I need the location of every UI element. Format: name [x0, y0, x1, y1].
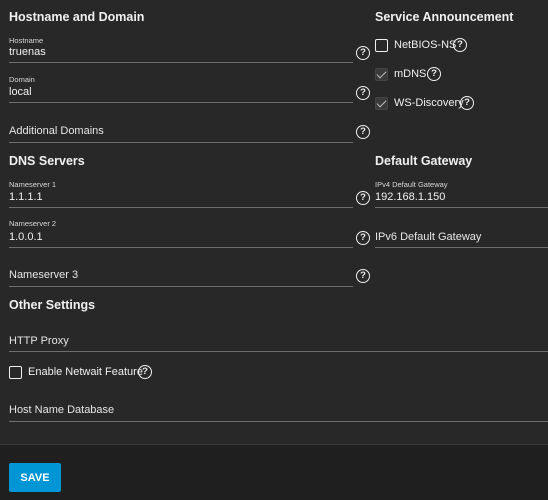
help-icon[interactable]: ?	[356, 231, 370, 245]
ipv4-gateway-label: IPv4 Default Gateway	[375, 180, 448, 189]
netbios-ns-checkbox[interactable]	[375, 39, 388, 52]
ws-discovery-label: WS-Discovery	[394, 97, 464, 109]
form-footer	[0, 444, 548, 500]
nameserver2-input[interactable]: 1.0.0.1	[9, 231, 349, 247]
hostname-underline	[9, 62, 353, 63]
nameserver3-underline	[9, 286, 353, 287]
help-icon[interactable]: ?	[460, 96, 474, 110]
help-icon[interactable]: ?	[453, 38, 467, 52]
domain-input[interactable]: local	[9, 86, 349, 102]
http-proxy-input[interactable]: HTTP Proxy	[9, 335, 539, 351]
ipv4-gateway-input[interactable]: 192.168.1.150	[375, 191, 545, 207]
default-gateway-heading: Default Gateway	[375, 154, 473, 168]
nameserver3-input[interactable]: Nameserver 3	[9, 269, 349, 285]
help-icon[interactable]: ?	[356, 46, 370, 60]
service-announcement-heading: Service Announcement	[375, 10, 514, 24]
help-icon[interactable]: ?	[138, 365, 152, 379]
hostname-label: Hostname	[9, 36, 44, 45]
nameserver1-label: Nameserver 1	[9, 180, 57, 189]
help-icon[interactable]: ?	[356, 125, 370, 139]
hostname-domain-heading: Hostname and Domain	[9, 10, 145, 24]
nameserver2-underline	[9, 247, 353, 248]
netwait-label: Enable Netwait Feature	[28, 366, 143, 378]
other-settings-heading: Other Settings	[9, 298, 96, 312]
domain-underline	[9, 102, 353, 103]
dns-servers-heading: DNS Servers	[9, 154, 85, 168]
save-button[interactable]: SAVE	[9, 463, 61, 492]
mdns-checkbox[interactable]	[375, 68, 388, 81]
nameserver1-underline	[9, 207, 353, 208]
additional-domains-input[interactable]: Additional Domains	[9, 125, 349, 141]
ipv6-gateway-underline	[375, 247, 548, 248]
hostname-input[interactable]: truenas	[9, 46, 349, 62]
nameserver2-label: Nameserver 2	[9, 219, 57, 228]
help-icon[interactable]: ?	[356, 269, 370, 283]
netwait-checkbox[interactable]	[9, 366, 22, 379]
additional-domains-underline	[9, 142, 353, 143]
help-icon[interactable]: ?	[356, 191, 370, 205]
ipv6-gateway-input[interactable]: IPv6 Default Gateway	[375, 231, 545, 247]
host-name-database-underline	[9, 421, 548, 422]
help-icon[interactable]: ?	[427, 67, 441, 81]
host-name-database-input[interactable]: Host Name Database	[9, 404, 539, 420]
nameserver1-input[interactable]: 1.1.1.1	[9, 191, 349, 207]
mdns-label: mDNS	[394, 68, 427, 80]
http-proxy-underline	[9, 351, 548, 352]
ipv4-gateway-underline	[375, 207, 548, 208]
domain-label: Domain	[9, 75, 35, 84]
help-icon[interactable]: ?	[356, 86, 370, 100]
netbios-ns-label: NetBIOS-NS	[394, 39, 457, 51]
ws-discovery-checkbox[interactable]	[375, 97, 388, 110]
